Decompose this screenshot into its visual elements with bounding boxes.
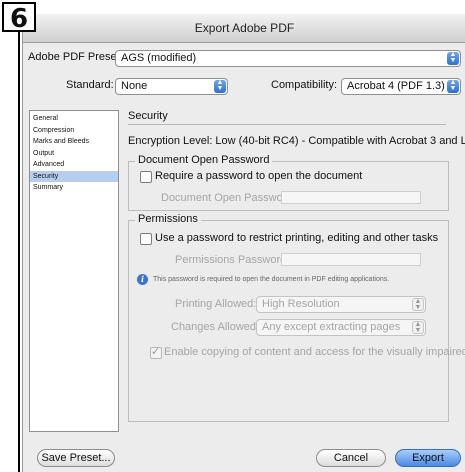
restrict-permissions-label: Use a password to restrict printing, edi… [155, 232, 439, 244]
cancel-button[interactable]: Cancel [316, 449, 386, 467]
standard-popup[interactable]: None ▲ ▼ [115, 78, 228, 95]
export-button[interactable]: Export [395, 449, 461, 467]
open-password-group-title: Document Open Password [135, 154, 273, 166]
changes-allowed-value: Any except extracting pages [262, 321, 401, 333]
printing-allowed-label: Printing Allowed: [175, 298, 257, 310]
chevron-updown-icon: ▲ ▼ [447, 79, 459, 93]
export-pdf-dialog: Export Adobe PDF Adobe PDF Preset: AGS (… [22, 14, 465, 472]
category-list: General Compression Marks and Bleeds Out… [29, 110, 119, 432]
sidebar-item-output[interactable]: Output [30, 148, 118, 160]
enable-copying-checkbox[interactable]: ✓ [150, 347, 162, 359]
frame-border [18, 30, 20, 472]
sidebar-item-summary[interactable]: Summary [30, 182, 118, 194]
standard-label: Standard: [66, 79, 114, 91]
chevron-updown-icon: ▲ ▼ [412, 321, 424, 334]
sidebar-item-marks-and-bleeds[interactable]: Marks and Bleeds [30, 136, 118, 148]
preset-value: AGS (modified) [121, 52, 197, 64]
compatibility-value: Acrobat 4 (PDF 1.3) [347, 80, 445, 92]
sidebar-item-security[interactable]: Security [30, 170, 118, 182]
chevron-updown-icon: ▲ ▼ [412, 298, 424, 311]
enable-copying-label: Enable copying of content and access for… [164, 346, 465, 358]
changes-allowed-popup[interactable]: Any except extracting pages ▲ ▼ [256, 319, 426, 336]
permissions-password-field[interactable] [281, 253, 421, 266]
chevron-updown-icon: ▲ ▼ [447, 51, 459, 65]
document-open-password-field[interactable] [281, 191, 421, 204]
sidebar-item-compression[interactable]: Compression [30, 125, 118, 137]
save-preset-button[interactable]: Save Preset... [37, 449, 115, 467]
step-number-badge: 6 [2, 2, 36, 34]
printing-allowed-popup[interactable]: High Resolution ▲ ▼ [256, 296, 426, 313]
divider [128, 124, 446, 125]
window-title: Export Adobe PDF [23, 14, 465, 43]
chevron-updown-icon: ▲ ▼ [214, 79, 226, 93]
permissions-group-title: Permissions [135, 213, 201, 225]
compatibility-popup[interactable]: Acrobat 4 (PDF 1.3) ▲ ▼ [341, 78, 461, 95]
standard-value: None [121, 80, 148, 92]
permissions-note: This password is required to open the do… [153, 276, 390, 283]
preset-popup[interactable]: AGS (modified) ▲ ▼ [115, 50, 461, 67]
restrict-permissions-checkbox[interactable] [140, 233, 152, 245]
require-password-checkbox[interactable] [140, 171, 152, 183]
compatibility-label: Compatibility: [271, 79, 338, 91]
preset-label: Adobe PDF Preset: [28, 51, 123, 63]
checkmark-icon: ✓ [151, 346, 161, 358]
panel-title: Security [128, 110, 168, 122]
document-open-password-label: Document Open Password: [161, 192, 296, 204]
info-icon: i [137, 274, 148, 285]
printing-allowed-value: High Resolution [262, 298, 340, 310]
encryption-level-text: Encryption Level: Low (40-bit RC4) - Com… [128, 135, 465, 147]
require-password-label: Require a password to open the document [155, 170, 363, 182]
changes-allowed-label: Changes Allowed: [171, 321, 260, 333]
permissions-password-label: Permissions Password: [175, 254, 290, 266]
sidebar-item-advanced[interactable]: Advanced [30, 159, 118, 171]
sidebar-item-general[interactable]: General [30, 113, 118, 125]
